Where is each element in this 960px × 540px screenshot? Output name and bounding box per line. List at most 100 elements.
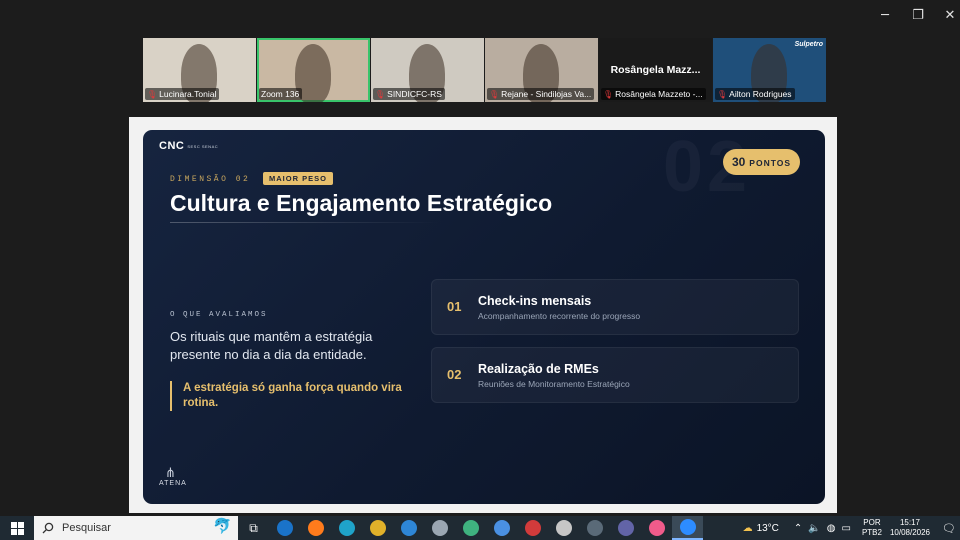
taskbar-app-outlook[interactable] xyxy=(269,516,300,540)
search-icon xyxy=(42,522,54,534)
muted-mic-icon: 🎙 xyxy=(603,90,614,99)
taskbar-app-edge[interactable] xyxy=(331,516,362,540)
taskbar-app-chrome[interactable] xyxy=(362,516,393,540)
points-unit: PONTOS xyxy=(749,158,792,168)
muted-mic-icon: 🎙 xyxy=(375,90,386,99)
taskbar-app-app-2[interactable] xyxy=(455,516,486,540)
taskbar-app-teams[interactable] xyxy=(610,516,641,540)
participant-corner-logo: Sulpetro xyxy=(794,41,823,48)
atena-logo: ⋔ ATENA xyxy=(159,466,186,488)
taskbar-search[interactable]: Pesquisar 🐬 xyxy=(34,516,238,540)
temperature: 13°C xyxy=(756,522,779,534)
section-description: Os rituais que mantêm a estratégia prese… xyxy=(170,329,373,362)
card-title: Check-ins mensais xyxy=(478,294,592,308)
participant-name: Zoom 136 xyxy=(259,88,303,100)
zoom-icon xyxy=(679,519,696,535)
dimension-label: DIMENSÃO 02 xyxy=(170,175,251,184)
taskbar-app-zoom[interactable] xyxy=(672,516,703,540)
network-icon[interactable]: ▭ xyxy=(841,523,850,534)
teams-icon xyxy=(617,520,634,536)
calculator-icon xyxy=(586,520,603,536)
title-divider xyxy=(170,222,440,223)
participant-name-label: Rejane - Sindilojas Va... xyxy=(501,89,592,99)
language-code: POR xyxy=(863,518,881,527)
app-3-icon xyxy=(493,520,510,536)
presentation-slide: 02 CNCSESC SENAC 30PONTOS DIMENSÃO 02 MA… xyxy=(143,130,825,504)
card-number: 01 xyxy=(447,299,462,314)
cnc-logo-text: CNC xyxy=(159,140,185,152)
app-2-icon xyxy=(462,520,479,536)
start-button[interactable] xyxy=(0,516,34,540)
taskbar-app-task-view[interactable]: ⧉ xyxy=(238,516,269,540)
atena-logo-text: ATENA xyxy=(159,480,187,487)
slide-title: Cultura e Engajamento Estratégico xyxy=(170,190,553,216)
participant-name: 🎙 Lucinara.Tonial xyxy=(145,88,220,100)
taskbar-app-app-3[interactable] xyxy=(486,516,517,540)
card-subtitle: Acompanhamento recorrente do progresso xyxy=(478,311,641,321)
taskbar-app-firefox[interactable] xyxy=(300,516,331,540)
language-indicator[interactable]: POR PTB2 xyxy=(862,518,882,538)
app-blue-icon xyxy=(400,520,417,536)
participant-display-name: Rosângela Mazz... xyxy=(610,64,701,76)
clock-time: 15:17 xyxy=(899,518,920,527)
windows-logo-icon xyxy=(10,521,24,535)
muted-mic-icon: 🎙 xyxy=(489,90,500,99)
card-title: Realização de RMEs xyxy=(478,362,599,376)
participant-tile[interactable]: Zoom 136 xyxy=(257,38,370,102)
cnc-logo-sub: SESC SENAC xyxy=(187,143,219,149)
participant-name: 🎙 Ailton Rodrigues xyxy=(715,88,795,100)
participant-tile[interactable]: Sulpetro 🎙 Ailton Rodrigues xyxy=(713,38,826,102)
vpn-icon[interactable]: ◍ xyxy=(827,523,836,534)
search-placeholder: Pesquisar xyxy=(62,522,111,534)
taskbar-app-itunes[interactable] xyxy=(641,516,672,540)
app-1-icon xyxy=(431,520,448,536)
clock-date: 10/08/2026 xyxy=(889,528,930,537)
close-button[interactable]: ✕ xyxy=(935,6,960,26)
participant-tile[interactable]: 🎙 Lucinara.Tonial xyxy=(143,38,256,102)
card-subtitle: Reuniões de Monitoramento Estratégico xyxy=(478,379,630,389)
taskbar-app-app-4[interactable] xyxy=(517,516,548,540)
participant-name-label: Rosângela Mazzeto -... xyxy=(615,89,703,99)
weather-cloud-icon: ☁ xyxy=(742,522,753,534)
participant-name-label: Zoom 136 xyxy=(261,89,300,99)
participant-name: 🎙 SINDICFC-RS xyxy=(373,88,445,100)
participant-tile[interactable]: 🎙 SINDICFC-RS xyxy=(371,38,484,102)
cnc-logo: CNC SESC SENAC xyxy=(159,140,218,152)
participant-name-label: Lucinara.Tonial xyxy=(159,89,217,99)
clock[interactable]: 15:17 10/08/2026 xyxy=(890,518,930,538)
taskbar-app-app-1[interactable] xyxy=(424,516,455,540)
app-4-icon xyxy=(524,520,541,536)
chevron-up-icon[interactable]: ⌃ xyxy=(794,523,802,534)
notifications-icon[interactable]: 🗨 xyxy=(938,522,960,535)
weight-badge: MAIOR PESO xyxy=(263,172,333,185)
itunes-icon xyxy=(648,520,665,536)
participant-name-label: Ailton Rodrigues xyxy=(729,89,792,99)
search-highlight-icon: 🐬 xyxy=(213,518,232,535)
edge-icon xyxy=(338,520,355,536)
muted-mic-icon: 🎙 xyxy=(147,90,158,99)
system-tray: ☁ 13°C ⌃ 🔈 ◍ ▭ POR PTB2 15:17 10/08/2026… xyxy=(743,516,960,540)
highlight-quote: A estratégia só ganha força quando vira … xyxy=(170,381,420,411)
criteria-card: 02 Realização de RMEs Reuniões de Monito… xyxy=(431,347,799,403)
speaker-icon[interactable]: 🔈 xyxy=(808,523,820,534)
taskbar-app-calculator[interactable] xyxy=(579,516,610,540)
outlook-icon xyxy=(276,520,293,536)
weather-widget[interactable]: ☁ 13°C xyxy=(743,523,779,534)
participant-strip: 🎙 Lucinara.Tonial Zoom 136 🎙 SINDICFC-RS 🎙 Rej… xyxy=(143,38,826,102)
keyboard-layout: PTB2 xyxy=(861,528,882,537)
section-label: O QUE AVALIAMOS xyxy=(170,311,268,319)
participant-name: 🎙 Rosângela Mazzeto -... xyxy=(601,88,706,100)
zoom-window: ─ ❐ ✕ 🎙 Lucinara.Tonial Zoom 136 🎙 SINDICFC-… xyxy=(0,0,960,516)
app-5-icon xyxy=(555,520,572,536)
card-number: 02 xyxy=(447,367,462,382)
taskbar-app-app-blue[interactable] xyxy=(393,516,424,540)
points-value: 30 xyxy=(731,155,746,169)
participant-tile[interactable]: 🎙 Rejane - Sindilojas Va... xyxy=(485,38,598,102)
minimize-button[interactable]: ─ xyxy=(870,6,900,26)
restore-button[interactable]: ❐ xyxy=(903,6,933,26)
taskbar-app-app-5[interactable] xyxy=(548,516,579,540)
participant-tile[interactable]: Rosângela Mazz... 🎙 Rosângela Mazzeto -... xyxy=(599,38,712,102)
participant-name-label: SINDICFC-RS xyxy=(387,89,442,99)
points-badge: 30 PONTOS xyxy=(723,149,800,175)
chrome-icon xyxy=(369,520,386,536)
